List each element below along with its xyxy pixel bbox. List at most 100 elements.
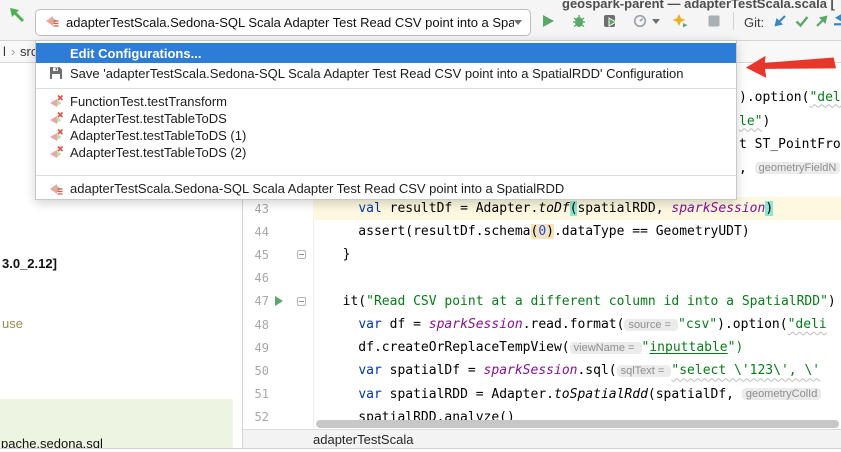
code-token: "csv" <box>678 317 717 332</box>
code-token: ) <box>762 114 770 129</box>
code-line[interactable]: 50 var spatialDf = sparkSession.sql(sqlT… <box>243 359 841 382</box>
code-line[interactable]: 49 df.createOrReplaceTempView(viewName =… <box>243 336 841 359</box>
code-token: df = <box>382 317 429 332</box>
code-token: , <box>739 161 755 176</box>
code-token: ) <box>828 294 836 309</box>
code-token: (spatialDf, <box>648 387 742 402</box>
menu-item[interactable]: adapterTestScala.Sedona-SQL Scala Adapte… <box>36 180 736 197</box>
code-token: var <box>358 363 381 378</box>
code-token: spatialRDD = Adapter. <box>382 387 554 402</box>
project-tree-item-module[interactable]: 3.0_2.12] <box>2 256 57 271</box>
run-configuration-select[interactable]: adapterTestScala.Sedona-SQL Scala Adapte… <box>35 9 531 36</box>
line-number: 43 <box>243 202 269 216</box>
code-fragment: le") <box>739 110 770 132</box>
code-line[interactable]: 44 assert(resultDf.schema(0).dataType ==… <box>243 220 841 243</box>
code-text: val resultDf = Adapter.toDf(spatialRDD, … <box>313 197 841 220</box>
code-token: "deli <box>809 90 841 105</box>
menu-item-label: FunctionTest.testTransform <box>70 94 227 109</box>
menu-item-label: adapterTestScala.Sedona-SQL Scala Adapte… <box>70 181 564 196</box>
code-token: sparkSession <box>671 201 765 216</box>
run-button[interactable] <box>540 13 556 29</box>
code-token: var <box>358 387 381 402</box>
code-token: assert(resultDf.schema <box>327 224 531 239</box>
run-test-gutter-icon[interactable] <box>275 296 283 306</box>
code-line[interactable]: 43 val resultDf = Adapter.toDf(spatialRD… <box>243 197 841 220</box>
project-tree-selected-row[interactable]: pache.sedona.sql <box>0 399 233 449</box>
code-token: it( <box>327 294 366 309</box>
profiler-button[interactable] <box>632 13 648 29</box>
failed-test-icon <box>48 145 64 161</box>
menu-item[interactable]: Edit Configurations... <box>36 43 736 63</box>
annotation-arrow-icon <box>745 51 836 85</box>
fold-icon[interactable] <box>297 297 306 306</box>
horizontal-scrollbar[interactable] <box>316 420 839 428</box>
code-token: sparkSession <box>484 363 578 378</box>
line-number: 46 <box>243 271 269 285</box>
run-configuration-label: adapterTestScala.Sedona-SQL Scala Adapte… <box>66 15 514 30</box>
blank-icon <box>48 45 64 61</box>
code-line[interactable]: 51 var spatialRDD = Adapter.toSpatialRdd… <box>243 383 841 406</box>
code-token: "Read CSV point at a different column id… <box>366 294 828 309</box>
menu-item-label: AdapterTest.testTableToDS (1) <box>70 128 246 143</box>
code-line[interactable]: 45 } <box>243 243 841 266</box>
run-with-coverage-button[interactable] <box>602 13 618 29</box>
code-token: ") <box>728 340 744 355</box>
failed-test-icon <box>48 128 64 144</box>
code-token: resultDf = Adapter. <box>382 201 539 216</box>
code-line[interactable]: 48 var df = sparkSession.read.format(sou… <box>243 313 841 336</box>
code-line[interactable]: 46 <box>243 267 841 290</box>
status-bar-divider <box>0 448 841 449</box>
code-line[interactable]: 47 it("Read CSV point at a different col… <box>243 290 841 313</box>
code-token: ) <box>546 224 554 239</box>
menu-item[interactable]: AdapterTest.testTableToDS <box>36 110 736 127</box>
failed-test-icon <box>48 94 64 110</box>
line-number: 49 <box>243 341 269 355</box>
code-token: ) <box>765 201 773 216</box>
menu-item[interactable]: AdapterTest.testTableToDS (2) <box>36 144 736 161</box>
code-token: sparkSession <box>429 317 523 332</box>
code-token <box>327 317 358 332</box>
code-fragment: , geometryFieldN <box>739 157 840 179</box>
breadcrumb-adaptertestscala[interactable]: adapterTestScala <box>313 432 413 447</box>
code-token: toSpatialRdd <box>554 387 648 402</box>
code-token: 0 <box>538 224 546 239</box>
back-arrow-icon[interactable] <box>7 5 27 30</box>
parameter-hint: source = <box>624 319 678 331</box>
git-compare-button[interactable] <box>833 13 841 29</box>
git-push-button[interactable] <box>814 13 830 29</box>
project-tree-item-use[interactable]: use <box>2 316 23 331</box>
parameter-hint: viewName = <box>570 342 642 354</box>
code-text: var spatialDf = sparkSession.sql(sqlText… <box>313 359 841 382</box>
ide-window: geospark-parent — adapterTestScala.scala… <box>0 0 841 452</box>
profiler-caret-icon[interactable] <box>652 19 660 24</box>
menu-separator <box>36 88 736 89</box>
line-number: 52 <box>243 410 269 424</box>
menu-item[interactable]: FunctionTest.testTransform <box>36 93 736 110</box>
code-token: val <box>358 201 381 216</box>
code-token: " <box>642 340 650 355</box>
profiler-star-button[interactable] <box>672 13 688 29</box>
menu-item[interactable]: AdapterTest.testTableToDS (1) <box>36 127 736 144</box>
code-token: ).option( <box>717 317 787 332</box>
code-text: assert(resultDf.schema(0).dataType == Ge… <box>313 220 841 243</box>
debug-button[interactable] <box>571 13 587 29</box>
line-number: 47 <box>243 294 269 308</box>
code-text <box>313 267 841 290</box>
fold-icon[interactable] <box>297 250 306 259</box>
git-update-button[interactable] <box>772 13 788 29</box>
code-token: var <box>358 317 381 332</box>
window-title: geospark-parent — adapterTestScala.scala… <box>562 0 835 11</box>
git-label: Git: <box>744 15 764 30</box>
menu-item[interactable]: Save 'adapterTestScala.Sedona-SQL Scala … <box>36 63 736 83</box>
combo-caret-icon <box>514 20 522 25</box>
code-text: df.createOrReplaceTempView(viewName = "i… <box>313 336 841 359</box>
code-token: .sql( <box>577 363 616 378</box>
git-commit-button[interactable] <box>794 13 810 29</box>
code-token: toDf <box>538 201 569 216</box>
toolbar: geospark-parent — adapterTestScala.scala… <box>0 0 841 41</box>
code-token: le" <box>739 114 762 129</box>
menu-item-label: AdapterTest.testTableToDS (2) <box>70 145 246 160</box>
breadcrumb[interactable]: l <box>3 44 6 59</box>
stop-button[interactable] <box>706 13 722 29</box>
code-token: df.createOrReplaceTempView( <box>327 340 570 355</box>
